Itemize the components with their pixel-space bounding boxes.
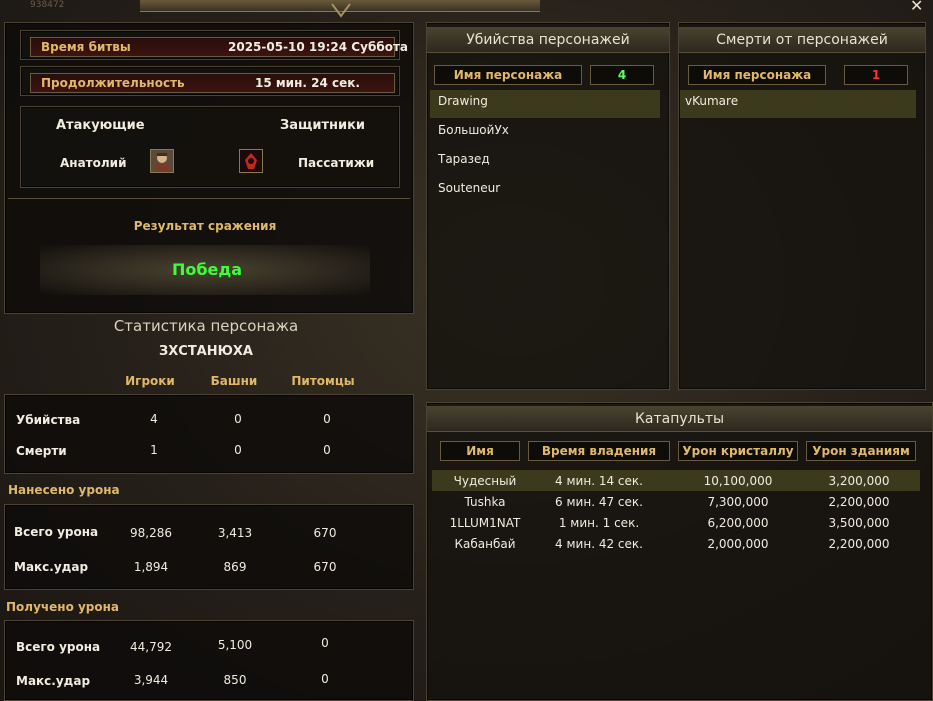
kills-count-badge: 4 — [590, 65, 654, 85]
stat-value: 869 — [223, 560, 247, 574]
ornament-icon — [330, 2, 352, 18]
damage-dealt-table — [4, 504, 414, 590]
divider — [8, 198, 410, 199]
stat-value: 3,944 — [133, 673, 169, 687]
stat-value: 0 — [234, 412, 242, 426]
catapult-name: Чудесный — [453, 474, 517, 488]
row-label: Убийства — [16, 413, 81, 427]
row-label: Макс.удар — [16, 674, 91, 688]
defender-name: Пассатижи — [298, 156, 375, 170]
catapult-name: Tushka — [464, 495, 506, 509]
catapult-header-time[interactable]: Время владения — [528, 441, 670, 461]
damage-dealt-label: Нанесено урона — [8, 483, 120, 497]
stat-value: 850 — [223, 673, 247, 687]
stat-value: 0 — [323, 412, 331, 426]
list-item[interactable]: Souteneur — [430, 174, 660, 202]
catapult-time: 4 мин. 14 сек. — [555, 474, 643, 488]
list-item[interactable]: Drawing — [430, 90, 660, 118]
catapult-time: 1 мин. 1 сек. — [558, 516, 640, 530]
catapult-building-damage: 3,200,000 — [828, 474, 890, 488]
catapult-header-building-damage[interactable]: Урон зданиям — [806, 441, 916, 461]
column-pets: Питомцы — [291, 374, 355, 388]
list-item[interactable]: vKumare — [680, 90, 916, 118]
stat-value: 1 — [150, 443, 158, 457]
column-players: Игроки — [125, 374, 175, 388]
catapult-building-damage: 2,200,000 — [828, 537, 890, 551]
attacker-avatar-icon[interactable] — [150, 149, 174, 173]
stat-value: 0 — [234, 443, 242, 457]
damage-received-label: Получено урона — [6, 600, 120, 614]
stat-value: 0 — [321, 672, 329, 686]
character-name: ЗХСТАНЮХА — [159, 344, 253, 359]
result-label: Результат сражения — [133, 219, 277, 233]
stat-value: 3,413 — [217, 526, 253, 540]
catapult-header-crystal-damage[interactable]: Урон кристаллу — [678, 441, 798, 461]
stat-value: 44,792 — [130, 640, 172, 654]
catapult-time: 4 мин. 42 сек. — [555, 537, 643, 551]
defender-emblem-icon[interactable] — [239, 149, 263, 173]
catapult-name: Кабанбай — [454, 537, 516, 551]
deaths-count-badge: 1 — [844, 65, 908, 85]
catapult-crystal-damage: 7,300,000 — [707, 495, 769, 509]
damage-received-table — [4, 620, 414, 701]
deaths-name-header[interactable]: Имя персонажа — [688, 65, 826, 85]
stat-value: 1,894 — [133, 560, 169, 574]
list-item[interactable]: БольшойУх — [430, 116, 660, 144]
stat-value: 670 — [313, 560, 337, 574]
stat-value: 98,286 — [130, 526, 172, 540]
catapult-crystal-damage: 2,000,000 — [707, 537, 769, 551]
catapult-time: 6 мин. 47 сек. — [555, 495, 643, 509]
corner-tag: 938472 — [30, 0, 65, 10]
catapults-panel-title: Катапульты — [427, 406, 932, 432]
stats-title: Статистика персонажа — [113, 317, 299, 335]
close-icon[interactable]: ✕ — [910, 0, 923, 15]
column-towers: Башни — [210, 374, 258, 388]
defenders-label: Защитники — [280, 118, 366, 133]
row-label: Макс.удар — [14, 560, 89, 574]
row-label: Всего урона — [16, 640, 101, 654]
catapult-name: 1LLUM1NAT — [449, 516, 521, 530]
kills-name-header[interactable]: Имя персонажа — [434, 65, 582, 85]
catapult-header-name[interactable]: Имя — [440, 441, 520, 461]
kills-panel-title: Убийства персонажей — [427, 27, 669, 53]
kills-deaths-table — [4, 394, 414, 474]
stat-value: 4 — [150, 412, 158, 426]
attacker-name: Анатолий — [60, 156, 127, 170]
battle-duration-value: 15 мин. 24 сек. — [255, 76, 360, 90]
list-item[interactable]: Таразед — [430, 145, 660, 173]
catapult-crystal-damage: 6,200,000 — [707, 516, 769, 530]
stat-value: 0 — [321, 636, 329, 650]
battle-time-value: 2025-05-10 19:24 Суббота — [228, 40, 408, 54]
attackers-label: Атакующие — [56, 118, 145, 133]
catapult-building-damage: 3,500,000 — [828, 516, 890, 530]
row-label: Смерти — [16, 444, 67, 458]
stat-value: 0 — [323, 443, 331, 457]
catapult-crystal-damage: 10,100,000 — [703, 474, 773, 488]
catapult-building-damage: 2,200,000 — [828, 495, 890, 509]
row-label: Всего урона — [14, 525, 99, 539]
result-value: Победа — [171, 260, 243, 279]
stat-value: 670 — [313, 526, 337, 540]
deaths-panel-title: Смерти от персонажей — [679, 27, 925, 53]
stat-value: 5,100 — [217, 638, 253, 652]
